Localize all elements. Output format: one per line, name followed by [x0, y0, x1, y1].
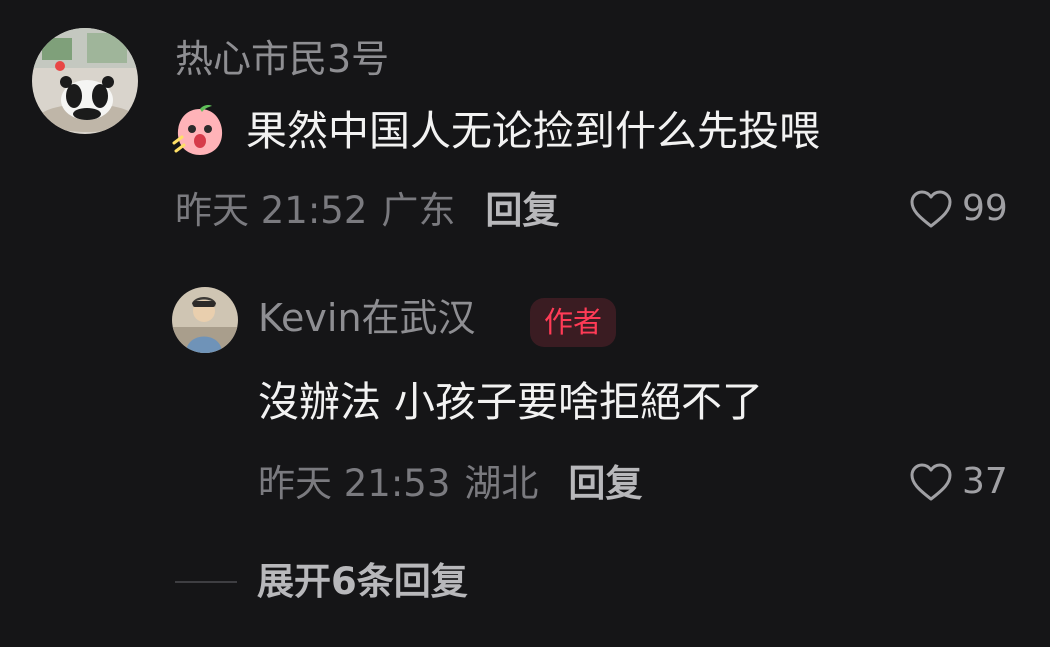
comment-location: 广东	[381, 189, 456, 232]
heart-icon	[910, 190, 952, 228]
reply-text-row: 沒辦法 小孩子要啥拒絕不了	[258, 382, 763, 423]
reply-meta: 昨天 21:53 湖北 回复	[258, 465, 642, 502]
comment-thread: 热心市民3号 果然中国人无论捡到什么先投喂 昨天 21:52 广东 回复 99	[0, 0, 1050, 647]
comment-time: 昨天 21:52	[175, 189, 368, 232]
expand-replies-button[interactable]: 展开6条回复	[175, 563, 468, 600]
expand-replies-label: 展开6条回复	[257, 560, 468, 603]
comment-reply-button[interactable]: 回复	[485, 192, 559, 229]
heart-icon	[910, 463, 952, 501]
reply-like-button[interactable]: 37	[908, 461, 1008, 503]
reply-text: 沒辦法 小孩子要啥拒絕不了	[258, 378, 764, 426]
author-avatar[interactable]	[172, 287, 238, 353]
reply-reply-button[interactable]: 回复	[568, 465, 642, 502]
comment-like-count: 99	[962, 188, 1008, 229]
comment-text-row: 果然中国人无论捡到什么先投喂	[172, 103, 820, 159]
comment-meta: 昨天 21:52 广东 回复	[175, 192, 559, 229]
panda-figure-avatar-image	[32, 28, 138, 134]
expand-divider-line	[175, 580, 237, 583]
commenter-username[interactable]: 热心市民3号	[175, 40, 389, 78]
author-badge: 作者	[530, 298, 617, 347]
person-avatar-image	[172, 287, 238, 353]
author-username[interactable]: Kevin在武汉	[258, 299, 476, 337]
commenter-avatar[interactable]	[32, 28, 138, 134]
reply-location: 湖北	[464, 462, 539, 505]
comment-like-button[interactable]: 99	[908, 188, 1008, 230]
reply-time: 昨天 21:53	[258, 462, 451, 505]
surprised-peach-sticker-icon	[172, 105, 223, 155]
reply-like-count: 37	[962, 461, 1008, 502]
comment-text: 果然中国人无论捡到什么先投喂	[246, 106, 820, 155]
